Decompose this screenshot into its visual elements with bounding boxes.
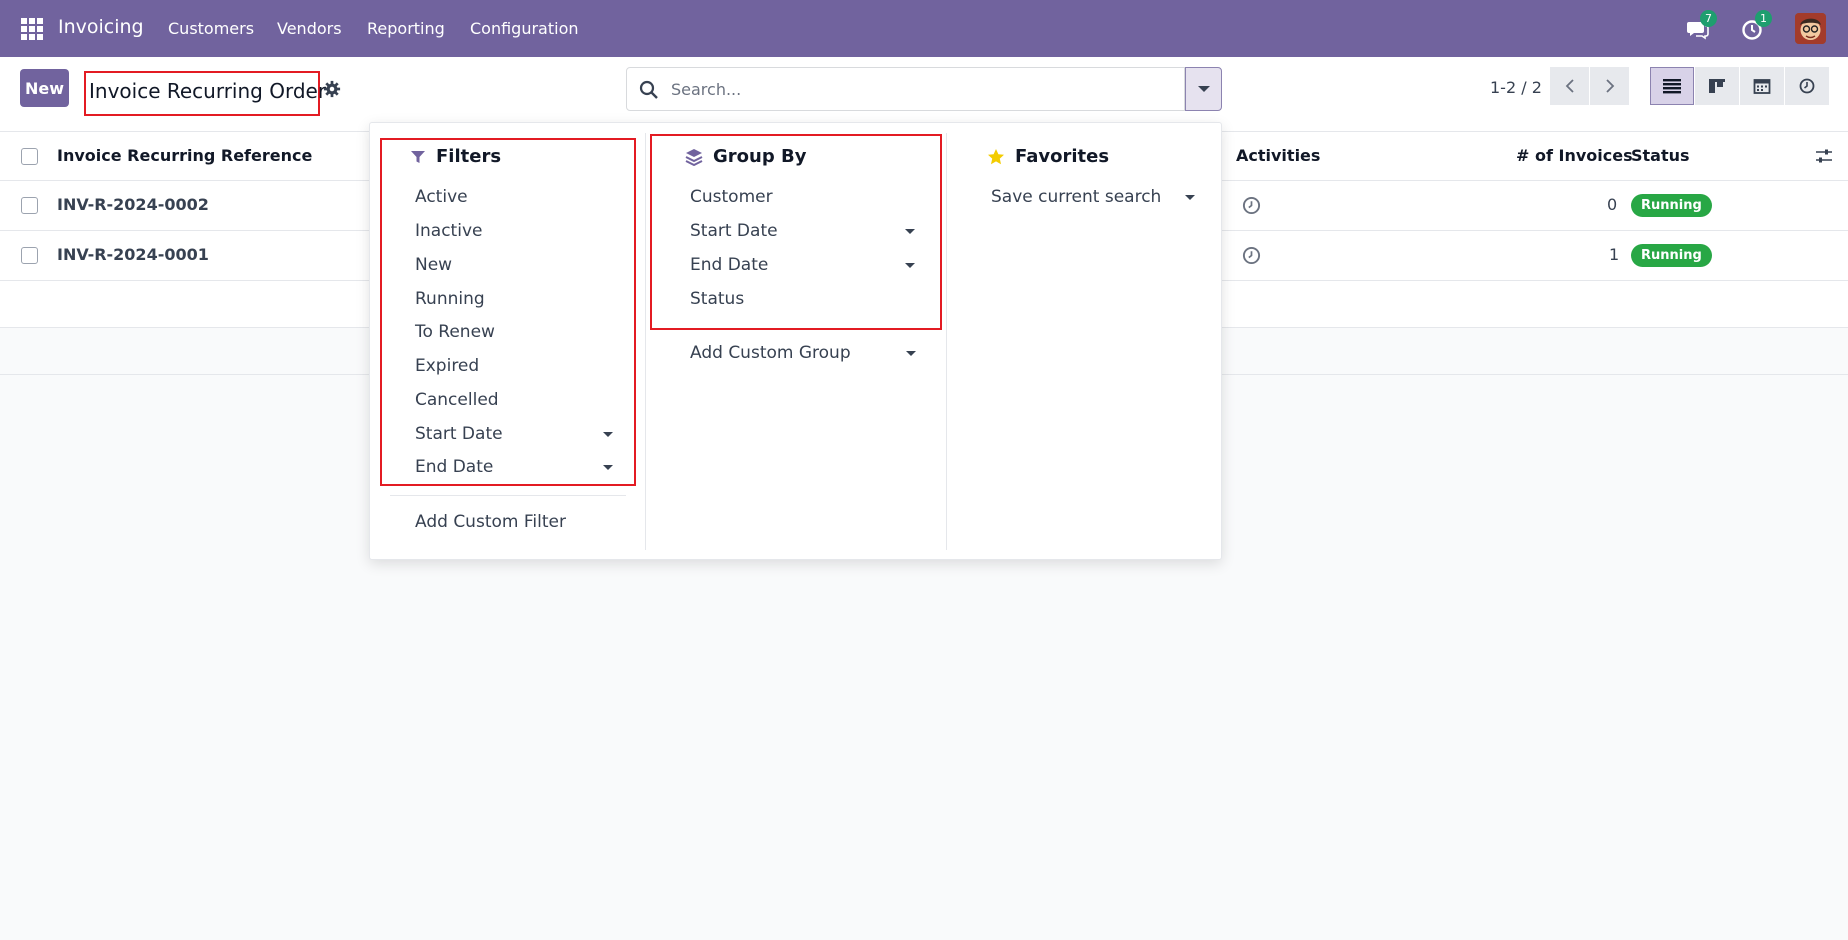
filter-item-expired[interactable]: Expired bbox=[415, 356, 479, 376]
menu-configuration[interactable]: Configuration bbox=[470, 19, 579, 38]
messages-button[interactable]: 7 bbox=[1686, 10, 1717, 42]
filter-item-new[interactable]: New bbox=[415, 255, 452, 275]
status-badge: Running bbox=[1631, 194, 1712, 217]
column-divider bbox=[946, 133, 947, 550]
app-name[interactable]: Invoicing bbox=[58, 16, 144, 38]
messages-badge: 7 bbox=[1700, 10, 1717, 27]
clock-icon[interactable] bbox=[1242, 196, 1261, 215]
chevron-down-icon bbox=[1197, 86, 1210, 92]
column-header-activities[interactable]: Activities bbox=[1236, 146, 1320, 165]
calendar-icon bbox=[1753, 79, 1771, 94]
app-grid-icon[interactable] bbox=[21, 18, 43, 40]
star-icon bbox=[988, 148, 1004, 164]
kanban-icon bbox=[1709, 79, 1725, 93]
filter-icon bbox=[411, 150, 425, 163]
filter-item-end-date[interactable]: End Date bbox=[415, 457, 493, 477]
invoices-count-cell: 1 bbox=[1609, 245, 1620, 264]
chevron-down-icon[interactable] bbox=[603, 465, 613, 470]
column-header-status[interactable]: Status bbox=[1631, 146, 1690, 165]
filter-item-to-renew[interactable]: To Renew bbox=[415, 322, 495, 342]
column-divider bbox=[645, 133, 646, 550]
group-by-title: Group By bbox=[713, 146, 807, 167]
status-badge: Running bbox=[1631, 244, 1712, 267]
clock-icon bbox=[1799, 78, 1815, 94]
group-by-heading: Group By bbox=[685, 146, 806, 167]
reference-cell: INV-R-2024-0002 bbox=[57, 195, 209, 214]
column-header-reference[interactable]: Invoice Recurring Reference bbox=[57, 146, 312, 165]
layers-icon bbox=[685, 148, 703, 166]
group-by-item-end-date[interactable]: End Date bbox=[690, 255, 768, 275]
chevron-down-icon[interactable] bbox=[1185, 195, 1195, 200]
gear-icon[interactable] bbox=[323, 80, 341, 98]
reference-cell: INV-R-2024-0001 bbox=[57, 245, 209, 264]
search-input[interactable] bbox=[671, 68, 1171, 110]
menu-vendors[interactable]: Vendors bbox=[277, 19, 342, 38]
divider bbox=[390, 495, 626, 496]
select-all-checkbox[interactable] bbox=[21, 148, 38, 165]
activities-badge: 1 bbox=[1755, 10, 1772, 27]
page-title: Invoice Recurring Order bbox=[84, 71, 326, 116]
filter-item-start-date[interactable]: Start Date bbox=[415, 424, 503, 444]
column-header-invoices[interactable]: # of Invoices bbox=[1516, 146, 1633, 165]
activities-button[interactable]: 1 bbox=[1741, 10, 1772, 42]
menu-reporting[interactable]: Reporting bbox=[367, 19, 445, 38]
column-settings-icon[interactable] bbox=[1815, 147, 1833, 165]
chevron-down-icon[interactable] bbox=[905, 263, 915, 268]
filter-item-cancelled[interactable]: Cancelled bbox=[415, 390, 499, 410]
list-icon bbox=[1663, 79, 1681, 94]
pager-value[interactable]: 1-2 / 2 bbox=[1490, 78, 1542, 97]
invoices-count-cell: 0 bbox=[1607, 195, 1618, 214]
chevron-down-icon[interactable] bbox=[906, 351, 916, 356]
filters-title: Filters bbox=[436, 146, 502, 167]
search-options-dropdown: Filters Active Inactive New Running To R… bbox=[369, 122, 1222, 560]
filter-item-running[interactable]: Running bbox=[415, 289, 485, 309]
row-checkbox[interactable] bbox=[21, 197, 38, 214]
group-by-item-customer[interactable]: Customer bbox=[690, 187, 773, 207]
group-by-item-start-date[interactable]: Start Date bbox=[690, 221, 778, 241]
favorites-heading: Favorites bbox=[987, 146, 1109, 167]
chevron-down-icon[interactable] bbox=[905, 229, 915, 234]
row-checkbox[interactable] bbox=[21, 247, 38, 264]
pager-next-button[interactable] bbox=[1590, 67, 1629, 105]
pager-previous-button[interactable] bbox=[1550, 67, 1589, 105]
user-avatar[interactable] bbox=[1795, 13, 1826, 44]
kanban-view-button[interactable] bbox=[1695, 67, 1739, 105]
top-navbar: Invoicing Customers Vendors Reporting Co… bbox=[0, 0, 1848, 57]
control-panel: New Invoice Recurring Order 1-2 / 2 bbox=[0, 57, 1848, 132]
filters-heading: Filters bbox=[410, 146, 501, 167]
search-box bbox=[626, 67, 1185, 111]
chevron-left-icon bbox=[1565, 79, 1574, 93]
calendar-view-button[interactable] bbox=[1740, 67, 1784, 105]
add-custom-filter[interactable]: Add Custom Filter bbox=[415, 512, 566, 532]
search-icon bbox=[639, 80, 658, 99]
menu-customers[interactable]: Customers bbox=[168, 19, 254, 38]
activity-view-button[interactable] bbox=[1785, 67, 1829, 105]
chevron-right-icon bbox=[1605, 79, 1614, 93]
filter-item-inactive[interactable]: Inactive bbox=[415, 221, 482, 241]
favorites-title: Favorites bbox=[1015, 146, 1110, 167]
save-current-search[interactable]: Save current search bbox=[991, 187, 1161, 207]
add-custom-group[interactable]: Add Custom Group bbox=[690, 343, 851, 363]
new-button[interactable]: New bbox=[20, 69, 69, 107]
chevron-down-icon[interactable] bbox=[603, 432, 613, 437]
list-view-button[interactable] bbox=[1650, 67, 1694, 105]
search-options-toggle[interactable] bbox=[1185, 67, 1222, 111]
clock-icon[interactable] bbox=[1242, 246, 1261, 265]
group-by-item-status[interactable]: Status bbox=[690, 289, 744, 309]
filter-item-active[interactable]: Active bbox=[415, 187, 468, 207]
